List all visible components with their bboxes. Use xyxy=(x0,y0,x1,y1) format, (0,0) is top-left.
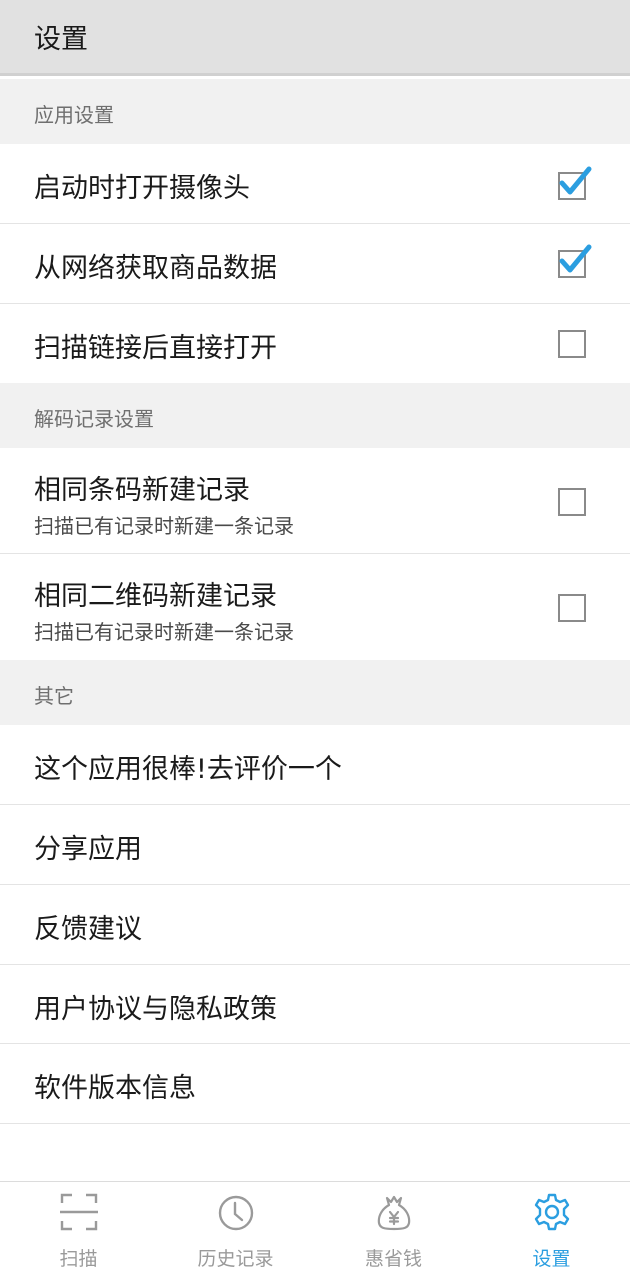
menu-share-app[interactable]: 分享应用 xyxy=(0,805,630,885)
section-header-other: 其它 xyxy=(0,660,630,725)
nav-item-save-money[interactable]: 惠省钱 xyxy=(315,1182,472,1280)
menu-label: 用户协议与隐私政策 xyxy=(34,994,277,1025)
checkmark-icon xyxy=(559,244,592,273)
checkbox-new-record-qrcode[interactable] xyxy=(558,594,586,622)
checkbox-open-link-after-scan[interactable] xyxy=(558,330,586,358)
menu-label: 反馈建议 xyxy=(34,914,142,945)
nav-label-save-money: 惠省钱 xyxy=(364,1248,422,1270)
setting-label: 启动时打开摄像头 xyxy=(34,173,250,204)
menu-label: 这个应用很棒!去评价一个 xyxy=(34,754,342,785)
money-bag-icon xyxy=(374,1192,414,1232)
setting-label: 从网络获取商品数据 xyxy=(34,253,277,284)
setting-new-record-same-barcode[interactable]: 相同条码新建记录 扫描已有记录时新建一条记录 xyxy=(0,448,630,554)
section-title-app: 应用设置 xyxy=(34,103,114,127)
clock-icon xyxy=(216,1192,256,1232)
nav-item-settings[interactable]: 设置 xyxy=(473,1182,630,1280)
app-header: 设置 xyxy=(0,0,630,76)
menu-rate-app[interactable]: 这个应用很棒!去评价一个 xyxy=(0,725,630,805)
checkmark-icon xyxy=(559,166,592,195)
nav-label-history: 历史记录 xyxy=(197,1248,274,1270)
setting-label: 相同二维码新建记录 xyxy=(34,581,277,612)
nav-label-settings: 设置 xyxy=(532,1248,571,1270)
setting-new-record-same-qrcode[interactable]: 相同二维码新建记录 扫描已有记录时新建一条记录 xyxy=(0,554,630,660)
menu-label: 分享应用 xyxy=(34,834,142,865)
setting-open-link-after-scan[interactable]: 扫描链接后直接打开 xyxy=(0,304,630,383)
setting-open-camera-on-start[interactable]: 启动时打开摄像头 xyxy=(0,144,630,224)
gear-icon xyxy=(532,1192,572,1232)
bottom-navigation: 扫描 历史记录 惠省钱 设置 xyxy=(0,1181,630,1280)
section-title-decode: 解码记录设置 xyxy=(34,407,154,431)
nav-item-scan[interactable]: 扫描 xyxy=(0,1182,157,1280)
settings-screen: 设置 应用设置 启动时打开摄像头 从网络获取商品数据 扫描链接后直接打开 解码记… xyxy=(0,0,630,1280)
setting-fetch-product-data[interactable]: 从网络获取商品数据 xyxy=(0,224,630,304)
section-header-app: 应用设置 xyxy=(0,79,630,144)
setting-sublabel: 扫描已有记录时新建一条记录 xyxy=(34,620,294,644)
menu-user-agreement-privacy[interactable]: 用户协议与隐私政策 xyxy=(0,965,630,1044)
nav-label-scan: 扫描 xyxy=(59,1248,98,1270)
checkbox-new-record-barcode[interactable] xyxy=(558,488,586,516)
menu-feedback[interactable]: 反馈建议 xyxy=(0,885,630,965)
menu-version-info[interactable]: 软件版本信息 xyxy=(0,1044,630,1124)
section-title-other: 其它 xyxy=(34,684,74,708)
checkbox-open-camera[interactable] xyxy=(558,166,592,200)
page-title: 设置 xyxy=(34,24,88,55)
nav-item-history[interactable]: 历史记录 xyxy=(157,1182,314,1280)
scan-icon xyxy=(59,1192,99,1232)
menu-label: 软件版本信息 xyxy=(34,1073,196,1104)
section-header-decode: 解码记录设置 xyxy=(0,383,630,448)
setting-label: 相同条码新建记录 xyxy=(34,475,250,506)
setting-sublabel: 扫描已有记录时新建一条记录 xyxy=(34,514,294,538)
checkbox-fetch-product-data[interactable] xyxy=(558,244,592,278)
setting-label: 扫描链接后直接打开 xyxy=(34,333,277,364)
